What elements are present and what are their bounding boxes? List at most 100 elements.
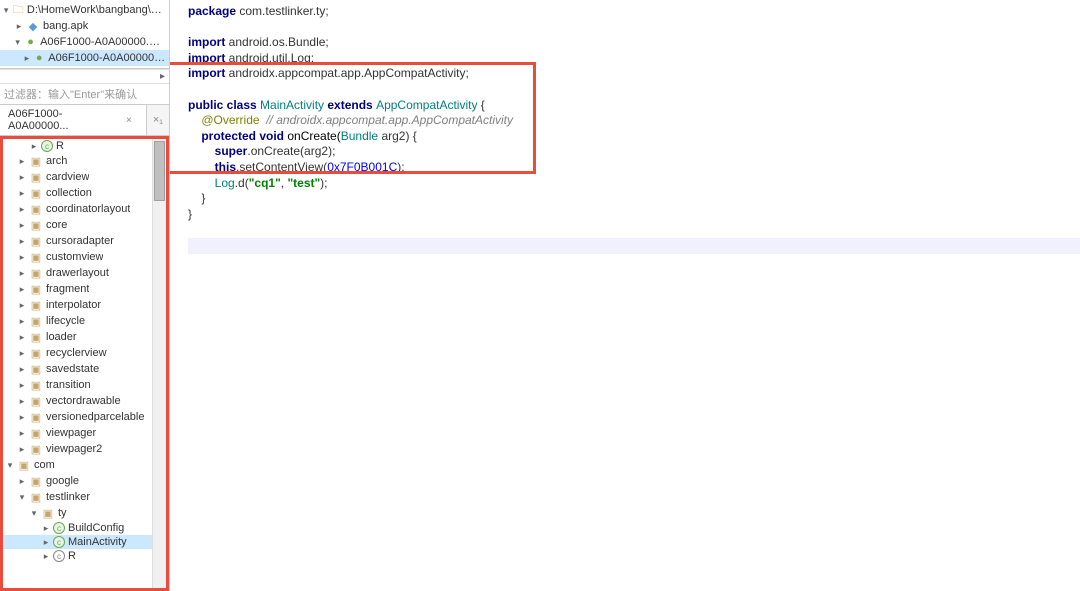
tree-label: interpolator xyxy=(46,299,101,311)
tree-item-loader[interactable]: ▸▣loader xyxy=(3,329,166,345)
tree-item-viewpager[interactable]: ▸▣viewpager xyxy=(3,425,166,441)
tree-label: vectordrawable xyxy=(46,395,121,407)
tree-item-drawerlayout[interactable]: ▸▣drawerlayout xyxy=(3,265,166,281)
tab-extra[interactable]: ×₁ xyxy=(147,114,169,126)
tree-item-mainactivity[interactable]: ▸cMainActivity xyxy=(3,535,166,549)
expander-icon[interactable]: ▸ xyxy=(17,204,27,214)
tree-label: testlinker xyxy=(46,491,90,503)
expander-icon[interactable]: ▸ xyxy=(41,551,51,561)
expander-icon[interactable]: ▸ xyxy=(17,412,27,422)
tree-label: ty xyxy=(58,507,67,519)
expander-icon[interactable]: ▸ xyxy=(23,53,32,63)
tree-item-lifecycle[interactable]: ▸▣lifecycle xyxy=(3,313,166,329)
tree-label: MainActivity xyxy=(68,536,127,548)
tree-item-coordinatorlayout[interactable]: ▸▣coordinatorlayout xyxy=(3,201,166,217)
tree-item-versionedparcelable[interactable]: ▸▣versionedparcelable xyxy=(3,409,166,425)
package-tree[interactable]: ▸cR▸▣arch▸▣cardview▸▣collection▸▣coordin… xyxy=(3,139,166,588)
expander-icon[interactable]: ▸ xyxy=(17,364,27,374)
code-line: package com.testlinker.ty; xyxy=(188,4,1080,20)
expander-icon[interactable]: ▸ xyxy=(17,268,27,278)
tree-item-r[interactable]: ▸cR xyxy=(3,549,166,563)
tree-item-savedstate[interactable]: ▸▣savedstate xyxy=(3,361,166,377)
expander-icon[interactable]: ▾ xyxy=(13,37,22,47)
expander-icon[interactable]: ▸ xyxy=(17,476,27,486)
tree-item-cursoradapter[interactable]: ▸▣cursoradapter xyxy=(3,233,166,249)
code-line: } xyxy=(188,207,1080,223)
expander-icon[interactable]: ▸ xyxy=(17,252,27,262)
tree-item-customview[interactable]: ▸▣customview xyxy=(3,249,166,265)
expander-icon[interactable]: ▸ xyxy=(14,21,24,31)
tree-item-viewpager2[interactable]: ▸▣viewpager2 xyxy=(3,441,166,457)
expander-icon[interactable]: ▾ xyxy=(29,508,39,518)
tree-item-collection[interactable]: ▸▣collection xyxy=(3,185,166,201)
expander-icon[interactable]: ▸ xyxy=(17,428,27,438)
package-icon: ▣ xyxy=(29,250,43,264)
expander-icon[interactable]: ▾ xyxy=(2,5,10,15)
expander-icon[interactable]: ▸ xyxy=(17,236,27,246)
package-icon: ▣ xyxy=(29,362,43,376)
tree-label: drawerlayout xyxy=(46,267,109,279)
expander-icon[interactable]: ▸ xyxy=(17,396,27,406)
expander-icon[interactable]: ▸ xyxy=(17,332,27,342)
expander-icon[interactable]: ▸ xyxy=(17,444,27,454)
tree-item-d-homework-bangbang-bang-apk[interactable]: ▾🗀D:\HomeWork\bangbang\bang.apk xyxy=(0,2,169,18)
code-editor[interactable]: package com.testlinker.ty; import androi… xyxy=(170,0,1080,591)
package-icon: ▣ xyxy=(29,490,43,504)
expander-icon[interactable]: ▸ xyxy=(17,220,27,230)
vertical-scrollbar[interactable]: ▴ xyxy=(152,139,166,588)
expander-icon[interactable]: ▾ xyxy=(5,460,15,470)
dump-icon: ● xyxy=(24,35,37,49)
expander-icon[interactable]: ▾ xyxy=(17,492,27,502)
tree-item-arch[interactable]: ▸▣arch xyxy=(3,153,166,169)
tree-item-buildconfig[interactable]: ▸cBuildConfig xyxy=(3,521,166,535)
tree-item-a06f1000-a0a00000-dump[interactable]: ▸●A06F1000-A0A00000.Dump xyxy=(0,50,169,66)
apk-icon: ◆ xyxy=(26,19,40,33)
package-icon: ▣ xyxy=(29,442,43,456)
expander-icon[interactable]: ▸ xyxy=(17,300,27,310)
tree-item-recyclerview[interactable]: ▸▣recyclerview xyxy=(3,345,166,361)
tree-item-ty[interactable]: ▾▣ty xyxy=(3,505,166,521)
expander-icon[interactable]: ▸ xyxy=(29,141,39,151)
package-icon: ▣ xyxy=(41,506,55,520)
tree-item-interpolator[interactable]: ▸▣interpolator xyxy=(3,297,166,313)
code-line: import androidx.appcompat.app.AppCompatA… xyxy=(188,66,1080,82)
project-tree[interactable]: ▾🗀D:\HomeWork\bangbang\bang.apk▸◆bang.ap… xyxy=(0,0,169,69)
tree-item-a06f1000-a0a00000-dump[interactable]: ▾●A06F1000-A0A00000.Dump xyxy=(0,34,169,50)
expander-icon[interactable]: ▸ xyxy=(41,523,51,533)
package-icon: ▣ xyxy=(29,234,43,248)
tree-item-bang-apk[interactable]: ▸◆bang.apk xyxy=(0,18,169,34)
class-icon: c xyxy=(53,536,65,548)
tree-label: A06F1000-A0A00000.Dump xyxy=(40,36,167,48)
tab-dump[interactable]: A06F1000-A0A00000... × xyxy=(0,105,147,135)
horizontal-scroll-hint[interactable]: ▸ xyxy=(0,69,169,84)
tree-label: recyclerview xyxy=(46,347,107,359)
tree-label: transition xyxy=(46,379,91,391)
expander-icon[interactable]: ▸ xyxy=(17,172,27,182)
expander-icon[interactable]: ▸ xyxy=(17,348,27,358)
filter-input[interactable]: 过滤器：输入"Enter"来确认 xyxy=(0,84,169,105)
tree-item-vectordrawable[interactable]: ▸▣vectordrawable xyxy=(3,393,166,409)
code-line: public class MainActivity extends AppCom… xyxy=(188,98,1080,114)
chevron-right-icon[interactable]: ▸ xyxy=(160,71,165,82)
tree-item-fragment[interactable]: ▸▣fragment xyxy=(3,281,166,297)
scrollbar-thumb[interactable] xyxy=(154,141,165,201)
package-icon: ▣ xyxy=(29,218,43,232)
tree-item-transition[interactable]: ▸▣transition xyxy=(3,377,166,393)
expander-icon[interactable]: ▸ xyxy=(17,156,27,166)
tree-item-com[interactable]: ▾▣com xyxy=(3,457,166,473)
tree-item-testlinker[interactable]: ▾▣testlinker xyxy=(3,489,166,505)
tree-item-google[interactable]: ▸▣google xyxy=(3,473,166,489)
code-line: Log.d("cq1", "test"); xyxy=(188,176,1080,192)
expander-icon[interactable]: ▸ xyxy=(17,284,27,294)
tree-item-r[interactable]: ▸cR xyxy=(3,139,166,153)
expander-icon[interactable]: ▸ xyxy=(41,537,51,547)
tree-item-cardview[interactable]: ▸▣cardview xyxy=(3,169,166,185)
folder-icon: 🗀 xyxy=(12,3,24,17)
class-icon: c xyxy=(41,140,53,152)
expander-icon[interactable]: ▸ xyxy=(17,316,27,326)
tree-item-core[interactable]: ▸▣core xyxy=(3,217,166,233)
expander-icon[interactable]: ▸ xyxy=(17,380,27,390)
close-icon[interactable]: × xyxy=(126,115,138,126)
tab-label: A06F1000-A0A00000... xyxy=(8,108,122,132)
expander-icon[interactable]: ▸ xyxy=(17,188,27,198)
